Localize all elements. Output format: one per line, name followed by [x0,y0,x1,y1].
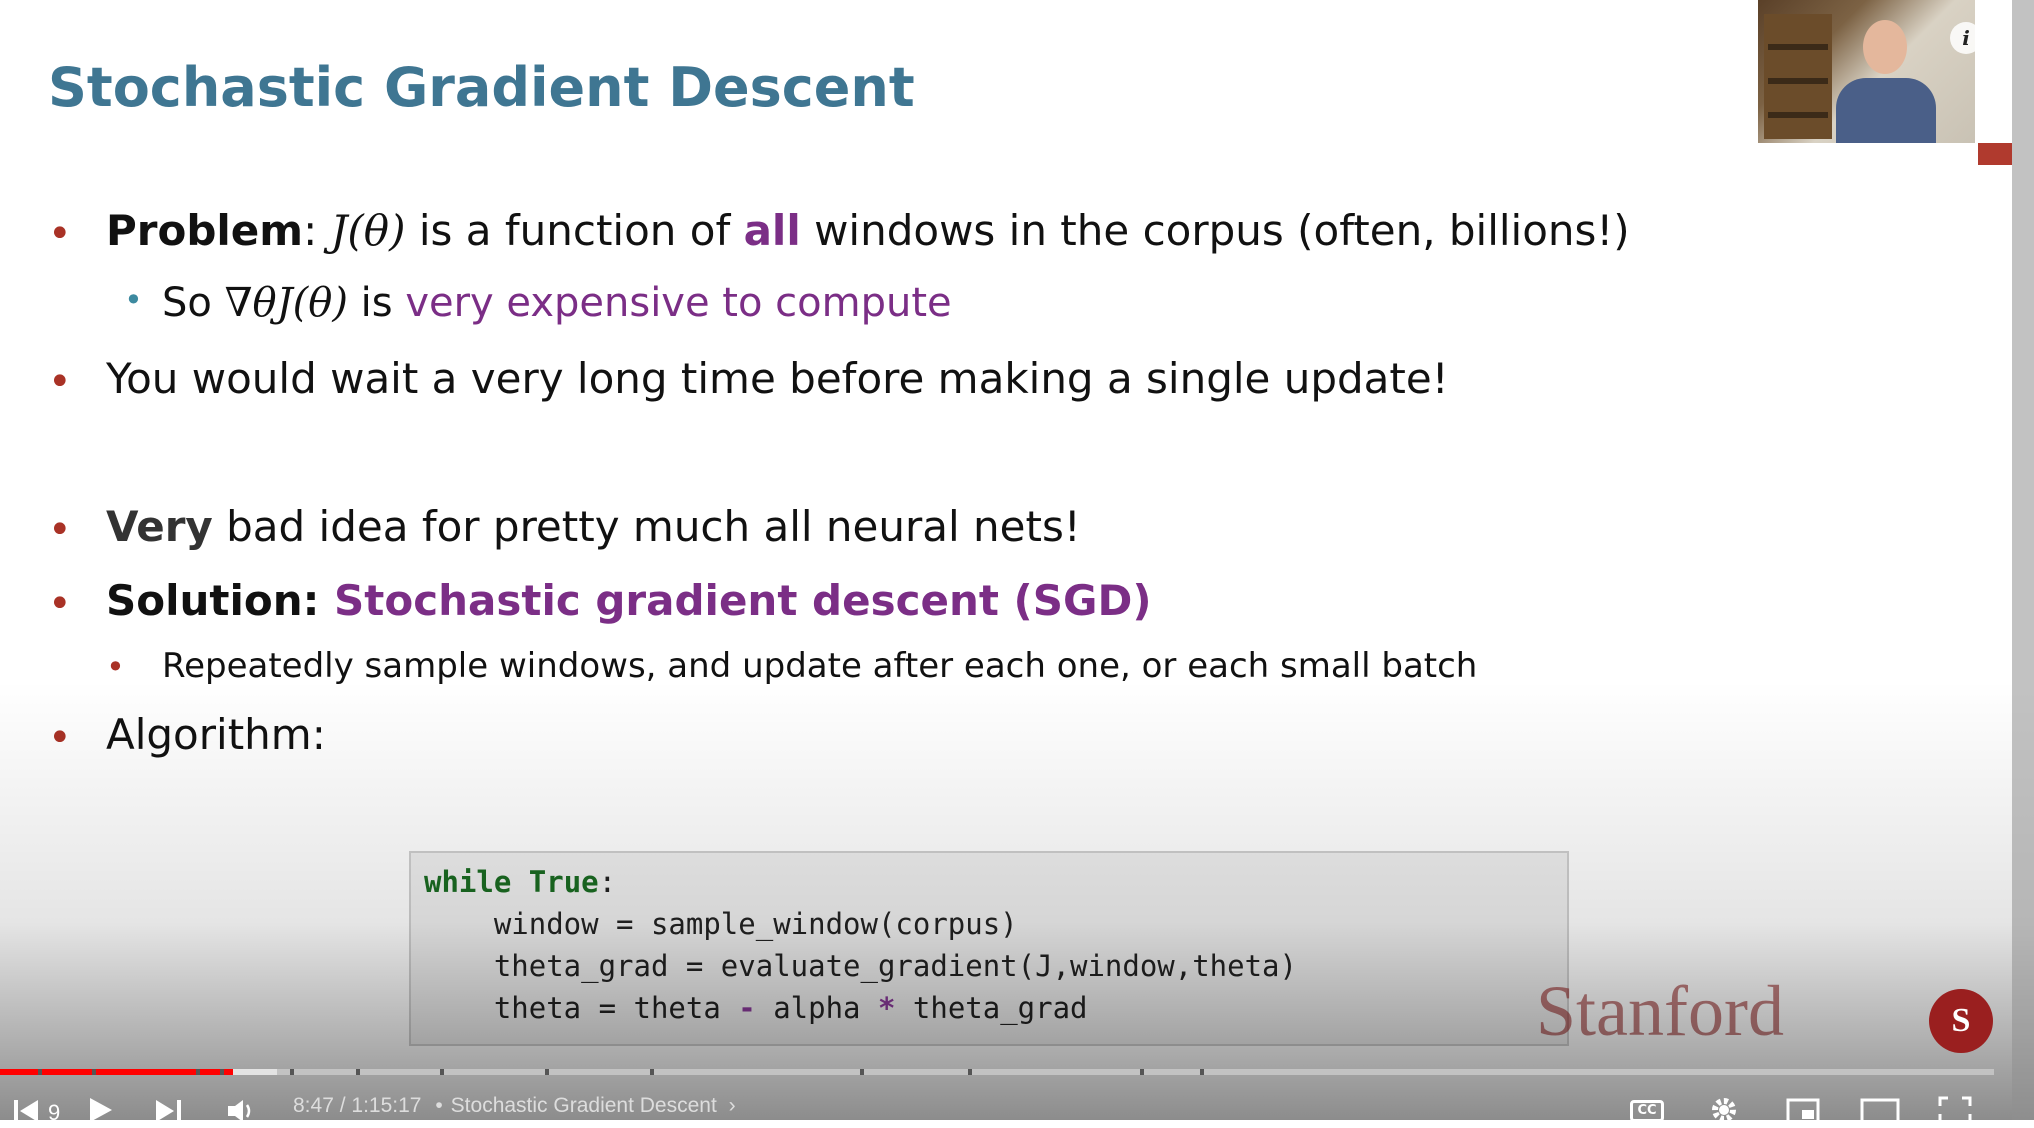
speaker-head [1863,20,1907,74]
current-time: 8:47 [293,1094,334,1117]
chapter-marker [650,1069,654,1075]
solution-label: Solution: [106,576,335,625]
slide-title: Stochastic Gradient Descent [48,56,915,119]
code-line-3: theta_grad = evaluate_gradient(J,window,… [424,949,1297,983]
chapter-number: 9 [48,1100,61,1125]
code-text: alpha [755,991,878,1025]
chapter-marker [196,1069,200,1075]
chapter-marker [545,1069,549,1075]
progress-bar[interactable] [0,1069,1994,1075]
chapter-marker [220,1069,224,1075]
text: So [162,280,225,326]
speaker-webcam [1758,0,1975,143]
bullet-dot: • [48,715,72,761]
next-icon[interactable] [154,1098,184,1122]
colon: : [598,865,617,899]
sub-bullet-dot: • [124,281,143,319]
bullet-dot: • [48,507,72,553]
info-icon[interactable]: i [1950,22,1982,54]
settings-icon[interactable] [1708,1094,1740,1126]
code-text: theta = theta [424,991,739,1025]
bullet-wait: You would wait a very long time before m… [106,354,1449,403]
emphasis-expensive: very expensive to compute [405,280,952,326]
chapter-title[interactable]: Stochastic Gradient Descent [451,1094,717,1117]
miniplayer-icon[interactable] [1786,1098,1820,1124]
bullet-bad-idea: Very bad idea for pretty much all neural… [106,502,1081,551]
separator: : [303,206,331,255]
code-line-2: window = sample_window(corpus) [424,907,1018,941]
text: windows in the corpus (often, billions!) [800,206,1630,255]
bullet-dot: • [48,359,72,405]
bullet-dot: • [48,211,72,257]
chapter-marker [290,1069,294,1075]
time-separator: / [333,1094,352,1117]
player-controls: 9 8:47 / 1:15:17 • Stochastic Gradient De… [0,1090,2034,1125]
sub-bullet-gradient: So ∇θJ(θ) is very expensive to compute [162,280,952,326]
lecture-slide: Stochastic Gradient Descent • Problem: J… [0,0,2034,1120]
text: Algorithm: [106,710,326,759]
keyword-true: True [528,865,599,899]
emphasis-sgd: Stochastic gradient descent (SGD) [334,576,1152,625]
bullet-algorithm: Algorithm: [106,710,326,759]
bookshelf [1764,14,1832,139]
duration: 1:15:17 [351,1094,422,1117]
operator-minus: - [738,991,756,1025]
seal-letter: S [1951,1002,1971,1039]
captions-icon[interactable]: CC [1630,1100,1664,1122]
very-label: Very [106,502,213,551]
sub-bullet-repeatedly: Repeatedly sample windows, and update af… [162,646,1477,686]
text: bad idea for pretty much all neural nets… [212,502,1081,551]
text: You would wait a very long time before m… [106,354,1449,403]
play-icon[interactable] [86,1096,114,1122]
text: is [347,280,406,326]
chapter-marker [38,1069,42,1075]
problem-label: Problem [106,206,304,255]
bullet-problem: Problem: J(θ) is a function of all windo… [106,206,1630,255]
sub-bullet-dot: • [106,648,125,686]
code-line-4: theta = theta - alpha * theta_grad [424,991,1088,1025]
text: Repeatedly sample windows, and update af… [162,646,1478,686]
volume-icon[interactable] [226,1098,258,1122]
math-gradient: ∇θJ(θ) [224,280,348,326]
code-block: while True: window = sample_window(corpu… [409,851,1569,1046]
previous-icon[interactable] [12,1098,42,1122]
code-line-1: while True: [424,865,616,899]
bullet-solution: Solution: Stochastic gradient descent (S… [106,576,1152,625]
speaker-body [1836,78,1936,143]
emphasis-all: all [743,206,801,255]
bullet-dot: • [48,581,72,627]
chapter-marker [1200,1069,1204,1075]
theater-icon[interactable] [1860,1098,1900,1124]
stanford-watermark: Stanford [1536,971,1784,1051]
math-J-theta: J(θ) [330,206,406,255]
chapter-marker [356,1069,360,1075]
chapter-marker [968,1069,972,1075]
right-edge-shadow [2012,0,2034,1120]
corner-marker [1978,143,2012,165]
chevron-right-icon[interactable]: › [729,1094,736,1117]
chapter-marker [860,1069,864,1075]
chapter-marker [440,1069,444,1075]
text: is a function of [405,206,744,255]
chapter-marker [1140,1069,1144,1075]
code-text: theta_grad [895,991,1088,1025]
chapter-dot: • [435,1094,443,1117]
operator-multiply: * [877,991,896,1025]
chapter-marker [92,1069,96,1075]
time-display: 8:47 / 1:15:17 • Stochastic Gradient Desc… [293,1094,736,1118]
keyword-while: while [424,865,512,899]
stanford-online-logo[interactable]: S [1929,989,1993,1053]
